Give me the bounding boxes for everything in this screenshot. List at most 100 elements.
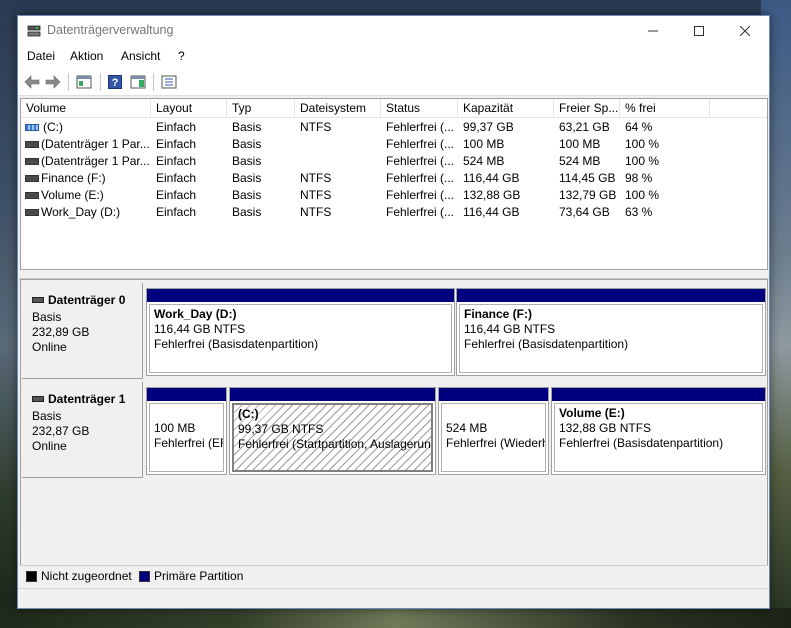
volume-filesystem: NTFS xyxy=(300,171,332,185)
column-layout[interactable]: Layout xyxy=(151,99,227,118)
primary-partition-bar xyxy=(147,289,454,302)
volume-capacity: 132,88 GB xyxy=(463,188,521,202)
toolbar-separator xyxy=(68,73,69,91)
menu-help[interactable]: ? xyxy=(178,49,185,63)
partition-status: Fehlerfrei (Wiederh xyxy=(446,436,546,450)
back-arrow-icon xyxy=(24,75,40,89)
properties-panel-icon xyxy=(130,75,146,89)
desktop-background-bottom xyxy=(0,608,791,628)
partition-volume-e[interactable]: Volume (E:) 132,88 GB NTFS Fehlerfrei (B… xyxy=(551,387,766,475)
volume-filesystem: NTFS xyxy=(300,120,332,134)
menu-ansicht[interactable]: Ansicht xyxy=(121,49,160,63)
title-bar[interactable]: Datenträgerverwaltung xyxy=(18,16,769,46)
partition-body: Work_Day (D:) 116,44 GB NTFS Fehlerfrei … xyxy=(149,304,452,373)
volume-icon xyxy=(25,141,39,148)
volume-row[interactable]: (Datenträger 1 Par... Einfach Basis Fehl… xyxy=(21,136,767,153)
volume-layout: Einfach xyxy=(156,120,197,134)
column-percent-free[interactable]: % frei xyxy=(620,99,710,118)
column-filesystem[interactable]: Dateisystem xyxy=(295,99,381,118)
volume-row[interactable]: Finance (F:) Einfach Basis NTFS Fehlerfr… xyxy=(21,170,767,187)
volume-name: (Datenträger 1 Par... xyxy=(41,154,150,168)
back-button[interactable] xyxy=(22,72,42,92)
volume-status: Fehlerfrei (... xyxy=(386,154,455,168)
menu-bar: Datei Aktion Ansicht ? xyxy=(18,46,769,68)
properties-panel-button[interactable] xyxy=(128,72,148,92)
volume-icon xyxy=(25,209,39,216)
partition-efi[interactable]: 100 MB Fehlerfrei (EF xyxy=(146,387,227,475)
volume-layout: Einfach xyxy=(156,205,197,219)
column-capacity[interactable]: Kapazität xyxy=(458,99,554,118)
partition-recovery[interactable]: 524 MB Fehlerfrei (Wiederh xyxy=(438,387,549,475)
partition-c[interactable]: (C:) 99,37 GB NTFS Fehlerfrei (Startpart… xyxy=(229,387,436,475)
volume-filesystem: NTFS xyxy=(300,188,332,202)
disk-0-info[interactable]: Datenträger 0 Basis 232,89 GB Online xyxy=(22,283,143,379)
status-bar xyxy=(18,588,769,608)
volume-row[interactable]: Work_Day (D:) Einfach Basis NTFS Fehlerf… xyxy=(21,204,767,221)
partition-size: 100 MB xyxy=(154,421,196,435)
column-volume[interactable]: Volume xyxy=(21,99,151,118)
disk-1-info[interactable]: Datenträger 1 Basis 232,87 GB Online xyxy=(22,382,143,478)
partition-size: 116,44 GB NTFS xyxy=(464,322,556,336)
checklist-icon xyxy=(161,75,177,89)
volume-list-header: Volume Layout Typ Dateisystem Status Kap… xyxy=(21,99,767,118)
partition-status: Fehlerfrei (Basisdatenpartition) xyxy=(464,337,629,351)
menu-datei[interactable]: Datei xyxy=(27,49,55,63)
volume-list[interactable]: Volume Layout Typ Dateisystem Status Kap… xyxy=(20,98,768,270)
volume-name: (C:) xyxy=(43,120,63,134)
disk-1-state: Online xyxy=(32,439,67,453)
volume-row[interactable]: (Datenträger 1 Par... Einfach Basis Fehl… xyxy=(21,153,767,170)
primary-partition-bar xyxy=(230,388,435,401)
column-status[interactable]: Status xyxy=(381,99,458,118)
console-tree-icon xyxy=(76,75,92,89)
volume-percent-free: 64 % xyxy=(625,120,653,134)
legend-swatch-unallocated xyxy=(26,571,37,582)
show-hide-console-tree-button[interactable] xyxy=(74,72,94,92)
volume-capacity: 524 MB xyxy=(463,154,505,168)
volume-percent-free: 100 % xyxy=(625,154,660,168)
volume-name: (Datenträger 1 Par... xyxy=(41,137,150,151)
primary-partition-bar xyxy=(439,388,548,401)
partition-status: Fehlerfrei (Basisdatenpartition) xyxy=(559,436,724,450)
close-button[interactable] xyxy=(722,16,768,46)
column-free-space[interactable]: Freier Sp... xyxy=(554,99,620,118)
volume-layout: Einfach xyxy=(156,137,197,151)
partition-work-day[interactable]: Work_Day (D:) 116,44 GB NTFS Fehlerfrei … xyxy=(146,288,455,376)
volume-icon xyxy=(25,158,39,165)
close-icon xyxy=(740,26,750,36)
help-button[interactable]: ? xyxy=(105,72,125,92)
volume-layout: Einfach xyxy=(156,188,197,202)
column-type[interactable]: Typ xyxy=(227,99,295,118)
partition-name: Work_Day (D:) xyxy=(154,307,237,321)
partition-body: 524 MB Fehlerfrei (Wiederh xyxy=(441,403,546,472)
volume-free-space: 132,79 GB xyxy=(559,188,617,202)
maximize-icon xyxy=(694,26,704,36)
volume-free-space: 63,21 GB xyxy=(559,120,610,134)
volume-capacity: 116,44 GB xyxy=(463,171,520,185)
partition-status: Fehlerfrei (Startpartition, Auslagerun xyxy=(238,437,431,451)
minimize-icon xyxy=(648,30,658,32)
forward-button[interactable] xyxy=(43,72,63,92)
partition-size: 99,37 GB NTFS xyxy=(238,422,324,436)
partition-finance[interactable]: Finance (F:) 116,44 GB NTFS Fehlerfrei (… xyxy=(456,288,766,376)
maximize-button[interactable] xyxy=(676,16,722,46)
minimize-button[interactable] xyxy=(630,16,676,46)
menu-aktion[interactable]: Aktion xyxy=(70,49,103,63)
legend-label-unallocated: Nicht zugeordnet xyxy=(41,569,132,583)
volume-row[interactable]: (C:) Einfach Basis NTFS Fehlerfrei (... … xyxy=(21,119,767,136)
legend-label-primary: Primäre Partition xyxy=(154,569,244,583)
partition-size: 132,88 GB NTFS xyxy=(559,421,652,435)
partition-name: (C:) xyxy=(238,407,259,421)
volume-type: Basis xyxy=(232,137,262,151)
disk-1-type: Basis xyxy=(32,409,62,423)
volume-row[interactable]: Volume (E:) Einfach Basis NTFS Fehlerfre… xyxy=(21,187,767,204)
disk-management-app-icon xyxy=(27,25,41,37)
help-icon: ? xyxy=(108,75,122,89)
volume-status: Fehlerfrei (... xyxy=(386,120,455,134)
disk-1-size: 232,87 GB xyxy=(32,424,90,438)
pane-splitter[interactable] xyxy=(18,271,769,279)
settings-list-button[interactable] xyxy=(159,72,179,92)
primary-partition-bar xyxy=(457,289,765,302)
disk-0-size: 232,89 GB xyxy=(32,325,90,339)
partition-body: Volume (E:) 132,88 GB NTFS Fehlerfrei (B… xyxy=(554,403,763,472)
volume-icon xyxy=(25,124,39,131)
